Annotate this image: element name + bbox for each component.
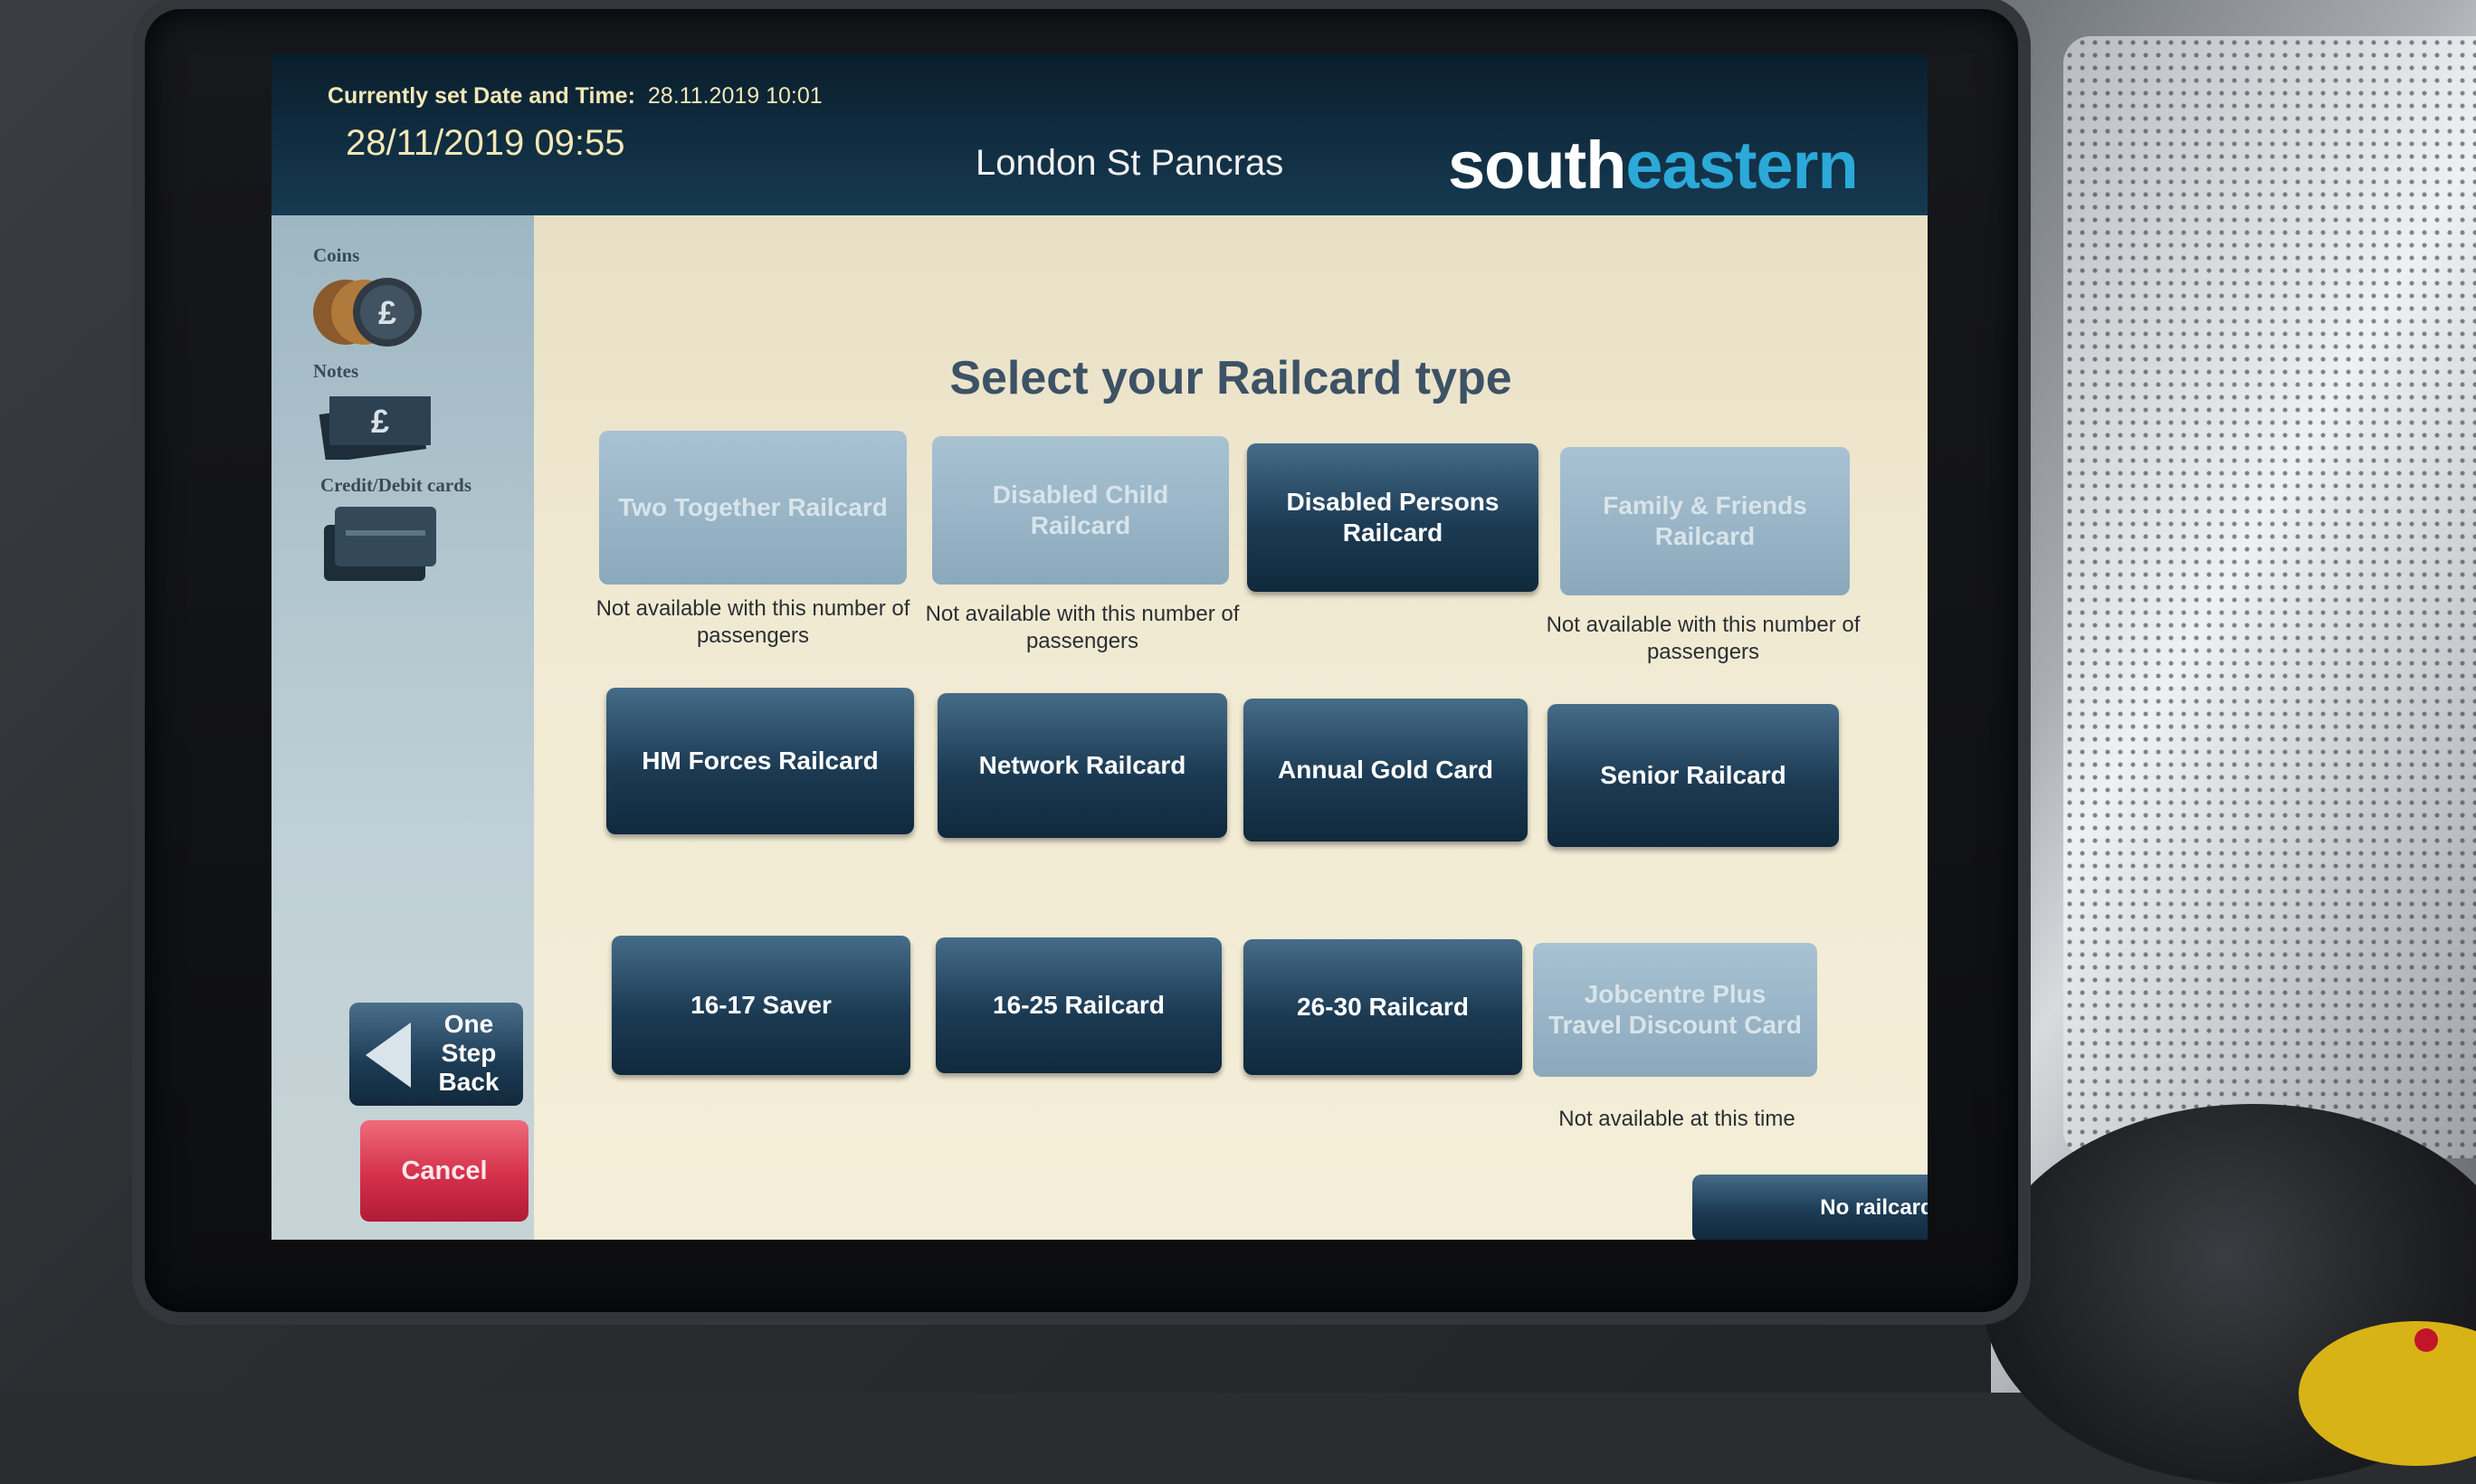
date-time-display: 28/11/2019 09:55 bbox=[346, 123, 625, 163]
banknote-icon: £ bbox=[319, 396, 431, 460]
header-bar: Currently set Date and Time: 28.11.2019 1… bbox=[271, 54, 1928, 215]
cards-label: Credit/Debit cards bbox=[320, 474, 472, 496]
current-datetime-setting: Currently set Date and Time: 28.11.2019 1… bbox=[328, 83, 823, 109]
back-label-line2: Step bbox=[441, 1039, 497, 1067]
touch-screen: Currently set Date and Time: 28.11.2019 1… bbox=[271, 54, 1928, 1240]
back-label-line1: One bbox=[443, 1010, 494, 1038]
back-arrow-icon bbox=[366, 1023, 411, 1088]
back-label-line3: Back bbox=[438, 1068, 500, 1096]
unavailable-note-family-friends: Not available with this number of passen… bbox=[1546, 613, 1861, 664]
cancel-button[interactable]: Cancel bbox=[360, 1120, 529, 1222]
svg-text:£: £ bbox=[378, 294, 396, 331]
southeastern-logo: southeastern bbox=[1448, 127, 1859, 204]
coins-icon: £ bbox=[313, 278, 422, 347]
station-name: London St Pancras bbox=[976, 143, 1284, 183]
network-railcard-button[interactable]: Network Railcard bbox=[938, 693, 1227, 838]
red-indicator-light bbox=[2414, 1328, 2438, 1352]
no-railcard-button[interactable]: No railcard bbox=[1692, 1175, 1928, 1240]
logo-part-eastern: eastern bbox=[1625, 128, 1858, 203]
notes-label: Notes bbox=[313, 360, 359, 382]
26-30-railcard-button[interactable]: 26-30 Railcard bbox=[1243, 939, 1522, 1075]
16-25-railcard-button[interactable]: 16-25 Railcard bbox=[936, 937, 1222, 1073]
disabled-child-railcard-button[interactable]: Disabled Child Railcard bbox=[932, 436, 1229, 585]
16-17-saver-button[interactable]: 16-17 Saver bbox=[612, 936, 910, 1075]
logo-part-south: south bbox=[1448, 128, 1626, 203]
annual-gold-card-button[interactable]: Annual Gold Card bbox=[1243, 699, 1528, 842]
unavailable-note-two-together: Not available with this number of passen… bbox=[595, 596, 910, 648]
current-datetime-value: 28.11.2019 10:01 bbox=[647, 83, 823, 109]
one-step-back-button[interactable]: One Step Back bbox=[349, 1003, 523, 1106]
perforated-metal-panel bbox=[2063, 36, 2476, 1158]
unavailable-note-jobcentre: Not available at this time bbox=[1558, 1107, 1795, 1131]
senior-railcard-button[interactable]: Senior Railcard bbox=[1548, 704, 1839, 847]
coins-label: Coins bbox=[313, 244, 360, 266]
family-friends-railcard-button[interactable]: Family & Friends Railcard bbox=[1560, 447, 1850, 595]
railcard-selection-panel: Select your Railcard type Two Together R… bbox=[534, 215, 1928, 1240]
unavailable-note-disabled-child: Not available with this number of passen… bbox=[925, 602, 1240, 653]
credit-card-icon bbox=[324, 507, 436, 581]
payment-sidebar: Coins £ Notes £ Credit/Debit cards One S… bbox=[271, 215, 534, 1240]
page-title: Select your Railcard type bbox=[949, 352, 1512, 404]
back-button-label: One Step Back bbox=[424, 1010, 514, 1097]
disabled-persons-railcard-button[interactable]: Disabled Persons Railcard bbox=[1247, 443, 1538, 592]
svg-text:£: £ bbox=[371, 403, 389, 440]
jobcentre-plus-travel-discount-card-button[interactable]: Jobcentre Plus Travel Discount Card bbox=[1533, 943, 1817, 1077]
hm-forces-railcard-button[interactable]: HM Forces Railcard bbox=[606, 688, 914, 834]
two-together-railcard-button[interactable]: Two Together Railcard bbox=[599, 431, 907, 585]
current-datetime-label: Currently set Date and Time: bbox=[328, 83, 635, 109]
